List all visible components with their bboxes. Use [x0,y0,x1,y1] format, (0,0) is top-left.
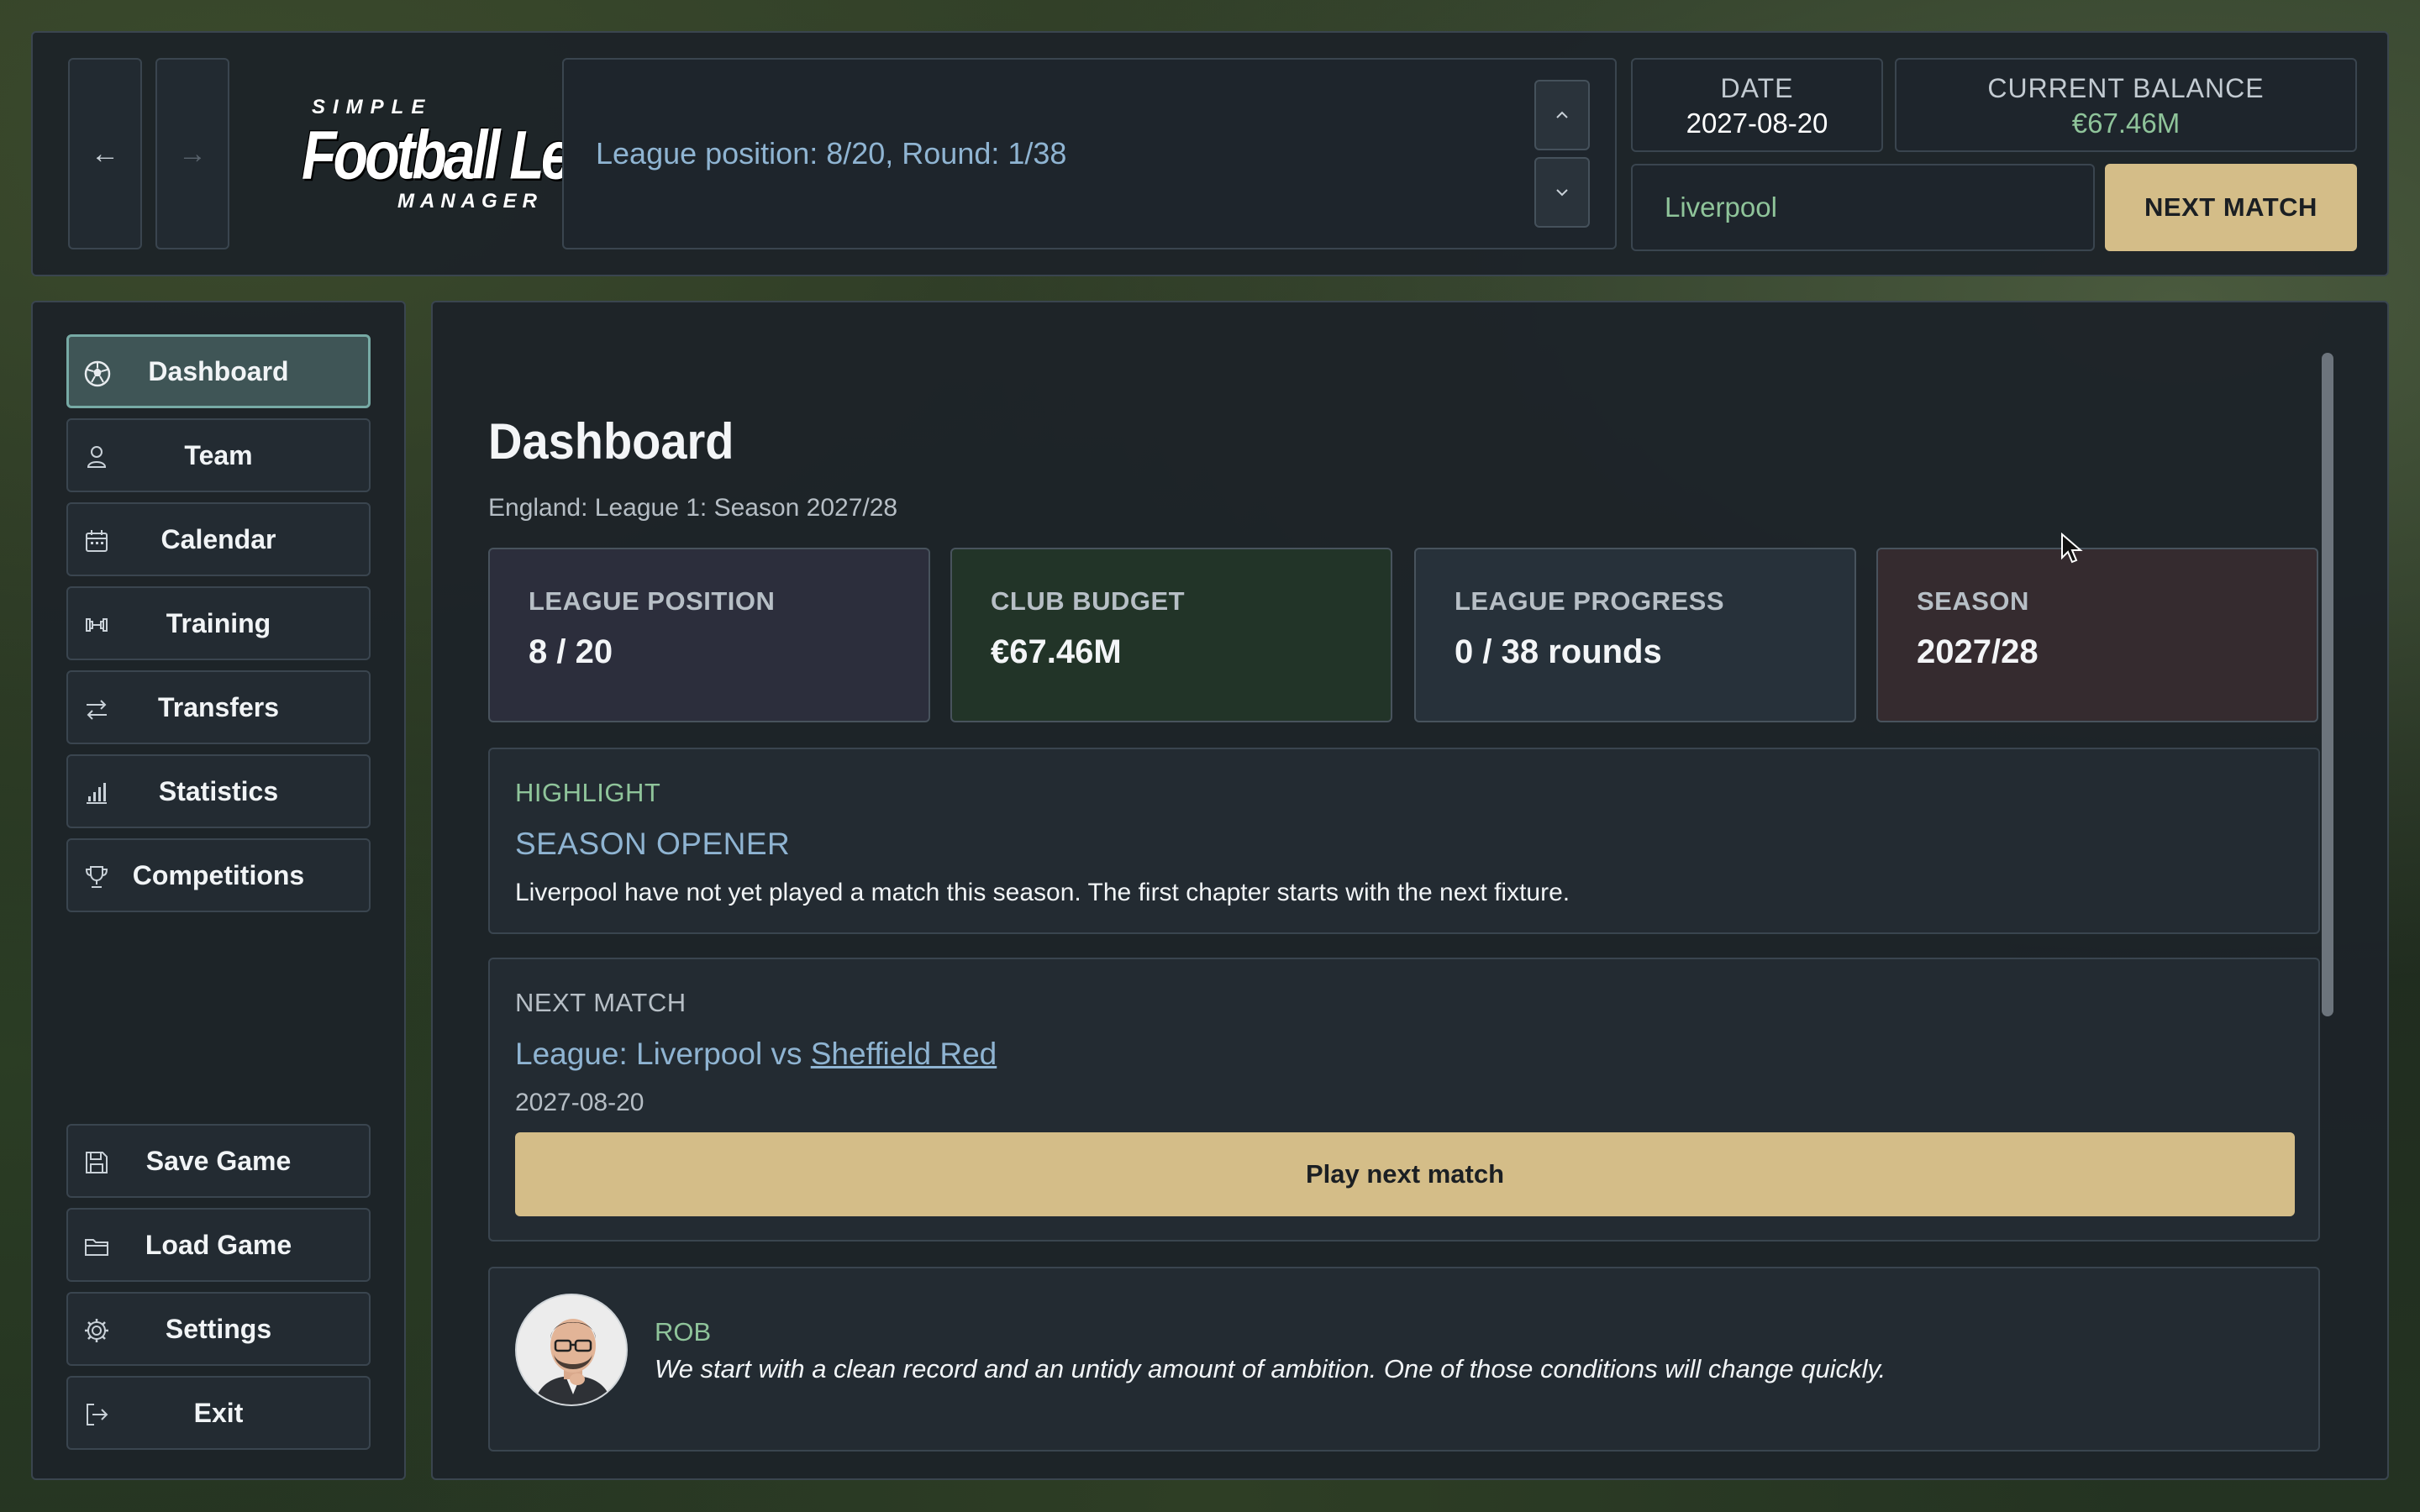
main-scrollbar[interactable] [2322,353,2333,1445]
next-match-fixture: League: Liverpool vs Sheffield Red [515,1037,997,1072]
avatar [515,1294,628,1406]
sidebar-item-label: Save Game [145,1145,292,1176]
sidebar-item-training[interactable]: Training [66,586,371,660]
main-scrollbar-thumb[interactable] [2322,353,2333,1016]
chevron-down-icon [1556,189,1568,197]
stat-card-label: LEAGUE POSITION [529,586,776,616]
quote-author: ROB [655,1317,712,1347]
main-content: Dashboard England: League 1: Season 2027… [431,301,2389,1480]
mouse-cursor-icon [2061,533,2083,564]
sidebar: Dashboard Team Calendar Training Transfe… [31,301,406,1480]
stat-card-season: SEASON 2027/28 [1876,548,2318,722]
balance-display: CURRENT BALANCE €67.46M [1895,58,2357,152]
back-button[interactable]: ← [68,58,142,249]
sidebar-item-label: Dashboard [148,355,289,386]
news-ticker-text: League position: 8/20, Round: 1/38 [596,136,1067,171]
next-match-section: NEXT MATCH League: Liverpool vs Sheffiel… [488,958,2320,1242]
date-label: DATE [1720,73,1794,103]
sidebar-item-calendar[interactable]: Calendar [66,502,371,576]
news-scroll-down-button[interactable] [1534,157,1590,228]
bar-chart-icon [82,778,112,808]
arrows-exchange-icon [82,694,112,724]
stat-card-league-progress: LEAGUE PROGRESS 0 / 38 rounds [1414,548,1856,722]
balance-value: €67.46M [2071,108,2181,139]
logo-line-manager: MANAGER [397,190,543,213]
news-scroll-up-button[interactable] [1534,80,1590,150]
forward-button[interactable]: → [155,58,229,249]
sidebar-item-team[interactable]: Team [66,418,371,492]
calendar-icon [82,526,112,556]
top-bar: ← → SIMPLE Football League MANAGER Leagu… [31,31,2389,276]
save-game-button[interactable]: Save Game [66,1124,371,1198]
stat-card-label: LEAGUE PROGRESS [1455,586,1724,616]
sidebar-item-label: Load Game [145,1229,292,1260]
play-next-match-button[interactable]: Play next match [515,1132,2295,1216]
sidebar-item-label: Settings [165,1313,272,1344]
highlight-title: SEASON OPENER [515,827,791,861]
trophy-icon [82,862,112,892]
exit-button[interactable]: Exit [66,1376,371,1450]
stat-card-value: 2027/28 [1917,633,2039,670]
chevron-up-icon [1556,111,1568,118]
logout-icon [82,1399,112,1430]
highlight-kicker: HIGHLIGHT [515,778,661,807]
page-title: Dashboard [488,412,734,470]
stat-card-value: 8 / 20 [529,633,613,670]
stat-card-value: €67.46M [991,633,1122,670]
highlight-body: Liverpool have not yet played a match th… [515,879,1570,906]
opponent-link[interactable]: Sheffield Red [811,1037,997,1071]
floppy-disk-icon [82,1147,112,1178]
club-name-display: Liverpool [1631,164,2095,251]
news-ticker: League position: 8/20, Round: 1/38 [562,58,1617,249]
sidebar-item-label: Statistics [158,775,279,806]
sidebar-item-label: Transfers [157,691,280,722]
sidebar-item-label: Exit [193,1397,244,1428]
gear-icon [82,1315,112,1346]
stat-card-club-budget: CLUB BUDGET €67.46M [950,548,1392,722]
sidebar-item-transfers[interactable]: Transfers [66,670,371,744]
date-value: 2027-08-20 [1686,108,1828,139]
page-subtitle: England: League 1: Season 2027/28 [488,494,898,522]
sidebar-item-statistics[interactable]: Statistics [66,754,371,828]
folder-icon [82,1231,112,1262]
sidebar-item-label: Calendar [160,523,276,554]
next-match-date: 2027-08-20 [515,1089,644,1116]
stat-card-value: 0 / 38 rounds [1455,633,1662,670]
arrow-right-icon: → [178,137,207,170]
sidebar-item-label: Team [184,439,253,470]
settings-button[interactable]: Settings [66,1292,371,1366]
quote-text: We start with a clean record and an unti… [655,1354,1886,1383]
balance-label: CURRENT BALANCE [1987,73,2265,103]
soccer-ball-icon [82,359,113,389]
next-match-kicker: NEXT MATCH [515,988,687,1017]
sidebar-item-competitions[interactable]: Competitions [66,838,371,912]
arrow-left-icon: ← [91,137,119,170]
dumbbell-icon [82,610,112,640]
load-game-button[interactable]: Load Game [66,1208,371,1282]
stat-card-label: CLUB BUDGET [991,586,1186,616]
stat-card-league-position: LEAGUE POSITION 8 / 20 [488,548,930,722]
date-display: DATE 2027-08-20 [1631,58,1883,152]
game-logo: SIMPLE Football League MANAGER [271,96,692,213]
sidebar-item-dashboard[interactable]: Dashboard [66,334,371,408]
next-match-fixture-prefix: League: Liverpool vs [515,1037,811,1071]
next-match-button[interactable]: NEXT MATCH [2105,164,2357,251]
stat-card-label: SEASON [1917,586,2029,616]
sidebar-item-label: Training [166,607,271,638]
sidebar-item-label: Competitions [132,859,305,890]
assistant-quote-section: ROB We start with a clean record and an … [488,1267,2320,1452]
highlight-section: HIGHLIGHT SEASON OPENER Liverpool have n… [488,748,2320,934]
person-icon [82,442,112,472]
